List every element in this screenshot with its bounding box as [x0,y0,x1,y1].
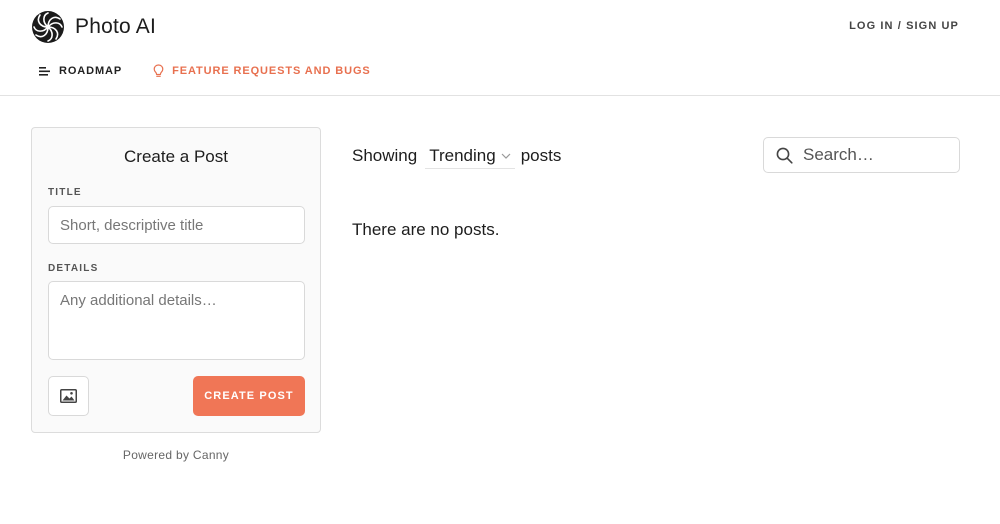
details-textarea[interactable] [48,281,305,360]
nav-item-label: FEATURE REQUESTS AND BUGS [172,65,371,77]
posts-label: posts [520,146,562,165]
title-input[interactable] [48,206,305,244]
details-label: DETAILS [48,263,99,274]
main-nav: ROADMAP FEATURE REQUESTS AND BUGS [39,64,402,78]
sort-value: Trending [429,145,496,165]
sort-row: Showing Trending posts [352,143,561,169]
nav-item-label: ROADMAP [59,65,123,77]
photo-ai-logo-icon [32,11,64,43]
search-icon [776,147,793,164]
search-input[interactable] [803,145,943,165]
attach-image-button[interactable] [48,376,89,416]
search-box[interactable] [763,137,960,173]
lightbulb-icon [153,64,164,77]
create-post-card: Create a Post TITLE DETAILS CREATE POST [31,127,321,433]
login-signup-link[interactable]: LOG IN / SIGN UP [849,20,959,32]
chevron-down-icon [501,153,511,159]
title-label: TITLE [48,187,82,198]
create-post-button[interactable]: CREATE POST [193,376,305,416]
site-header: Photo AI LOG IN / SIGN UP ROADMAP FEATUR… [0,0,1000,96]
create-post-title: Create a Post [124,147,228,166]
brand-name: Photo AI [75,15,156,38]
sort-select[interactable]: Trending [425,143,515,169]
showing-label: Showing [352,146,418,165]
image-icon [60,389,77,403]
nav-item-roadmap[interactable]: ROADMAP [39,65,122,77]
powered-by-canny[interactable]: Powered by Canny [31,448,321,462]
nav-item-feature-requests[interactable]: FEATURE REQUESTS AND BUGS [153,64,371,78]
roadmap-icon [39,67,50,76]
brand[interactable]: Photo AI [31,10,156,44]
empty-posts-message: There are no posts. [352,220,500,239]
